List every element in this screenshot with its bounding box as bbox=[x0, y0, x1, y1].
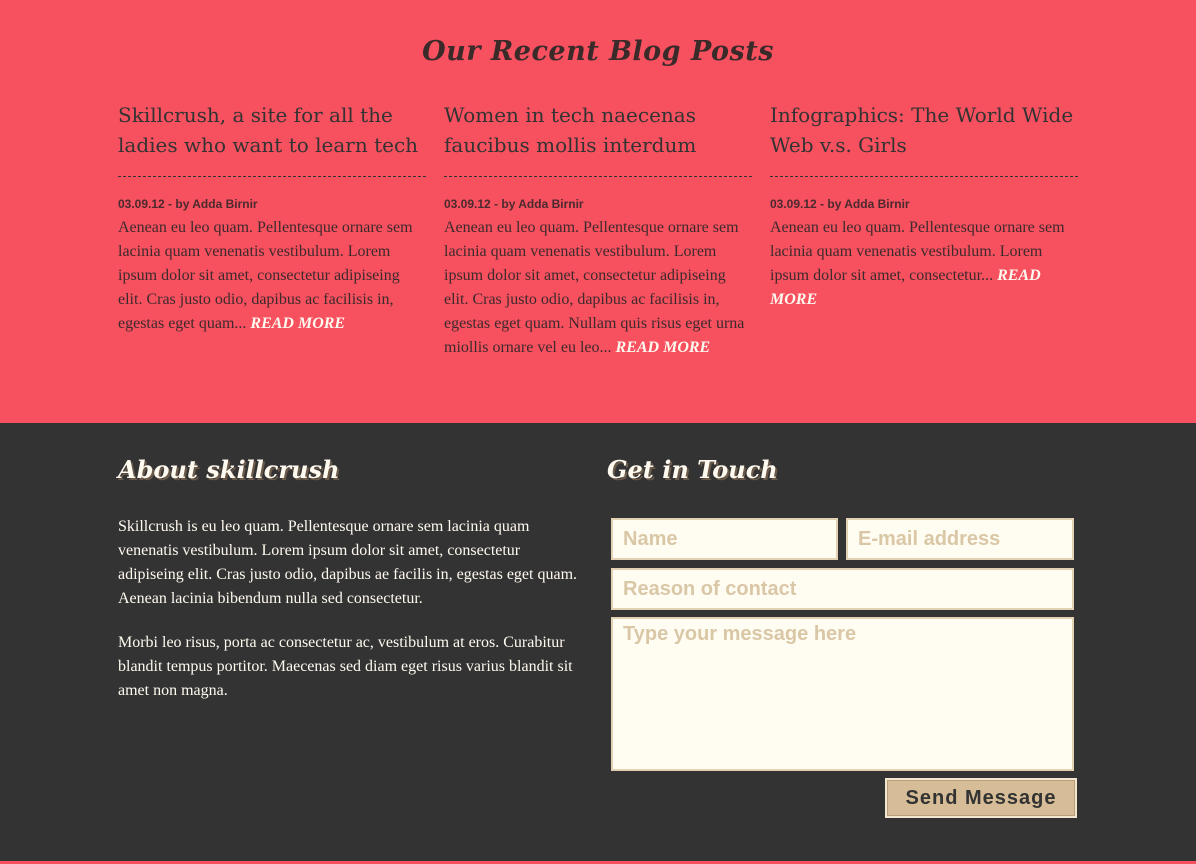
blog-section: Our Recent Blog Posts Skillcrush, a site… bbox=[0, 0, 1196, 423]
blog-section-heading: Our Recent Blog Posts bbox=[422, 36, 774, 67]
message-field[interactable] bbox=[611, 617, 1074, 771]
blog-post-title[interactable]: Skillcrush, a site for all the ladies wh… bbox=[118, 100, 426, 177]
about-text: Skillcrush is eu leo quam. Pellentesque … bbox=[118, 515, 578, 703]
blog-post-excerpt: Aenean eu leo quam. Pellentesque ornare … bbox=[118, 216, 426, 336]
blog-post-excerpt: Aenean eu leo quam. Pellentesque ornare … bbox=[770, 216, 1078, 312]
blog-post: Women in tech naecenas faucibus mollis i… bbox=[444, 100, 752, 360]
read-more-link[interactable]: READ MORE bbox=[250, 315, 345, 332]
about-paragraph: Morbi leo risus, porta ac consectetur ac… bbox=[118, 634, 573, 699]
blog-post-meta: 03.09.12 - by Adda Birnir bbox=[770, 197, 910, 211]
reason-field[interactable] bbox=[611, 568, 1074, 610]
blog-post: Skillcrush, a site for all the ladies wh… bbox=[118, 100, 426, 336]
about-heading: About skillcrush bbox=[118, 455, 340, 484]
email-field[interactable] bbox=[846, 518, 1074, 560]
blog-post-meta: 03.09.12 - by Adda Birnir bbox=[118, 197, 258, 211]
blog-post-title[interactable]: Infographics: The World Wide Web v.s. Gi… bbox=[770, 100, 1078, 177]
about-paragraph: Skillcrush is eu leo quam. Pellentesque … bbox=[118, 518, 578, 607]
blog-post: Infographics: The World Wide Web v.s. Gi… bbox=[770, 100, 1078, 312]
blog-post-excerpt-text: Aenean eu leo quam. Pellentesque ornare … bbox=[444, 219, 745, 356]
send-message-button[interactable]: Send Message bbox=[885, 778, 1077, 818]
contact-heading: Get in Touch bbox=[607, 455, 778, 484]
name-field[interactable] bbox=[611, 518, 838, 560]
blog-post-title[interactable]: Women in tech naecenas faucibus mollis i… bbox=[444, 100, 752, 177]
read-more-link[interactable]: READ MORE bbox=[616, 339, 711, 356]
blog-post-meta: 03.09.12 - by Adda Birnir bbox=[444, 197, 584, 211]
blog-post-excerpt: Aenean eu leo quam. Pellentesque ornare … bbox=[444, 216, 752, 360]
